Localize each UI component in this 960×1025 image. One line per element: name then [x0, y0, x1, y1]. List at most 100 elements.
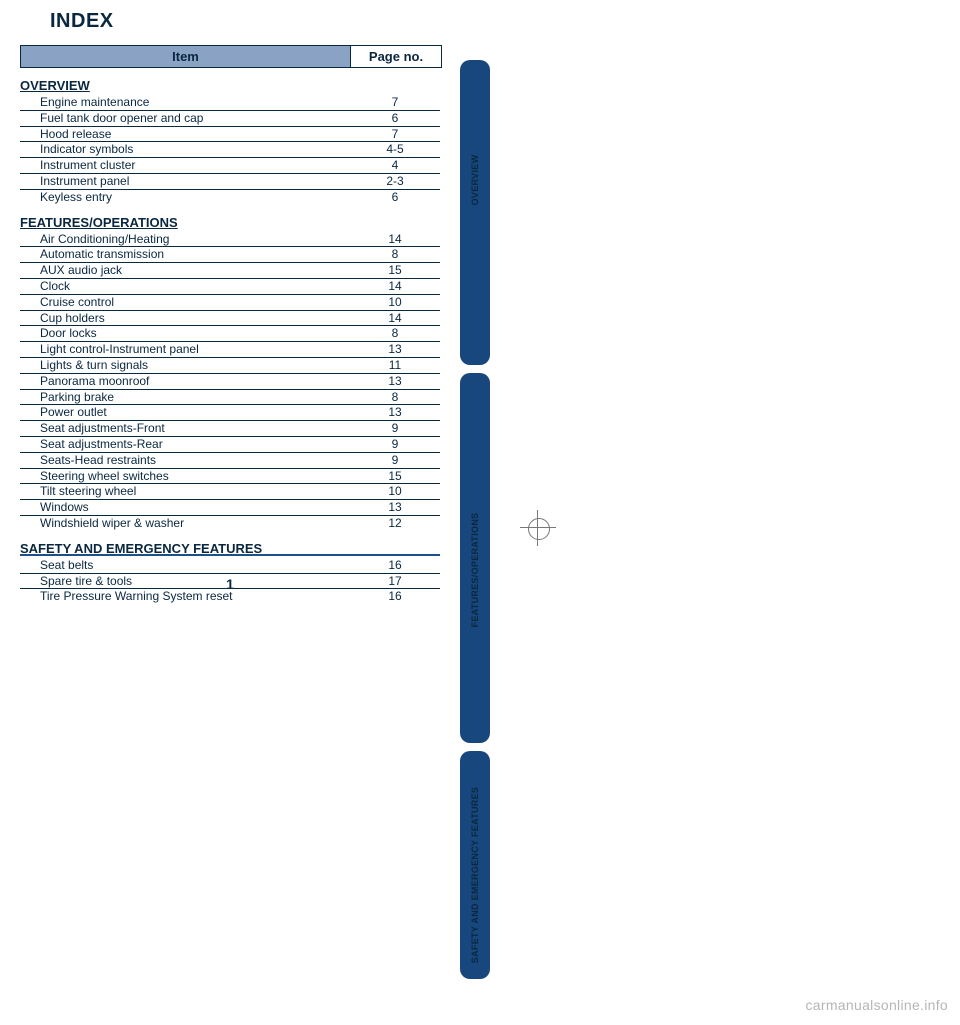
index-row: Windows13 [20, 500, 440, 516]
index-item: AUX audio jack [20, 264, 350, 278]
index-row: Instrument panel2-3 [20, 174, 440, 190]
index-page: INDEX Item Page no. OVERVIEW Engine maint… [20, 5, 440, 604]
index-row: Fuel tank door opener and cap6 [20, 111, 440, 127]
index-row: Seat adjustments-Front9 [20, 421, 440, 437]
index-row: Panorama moonroof13 [20, 374, 440, 390]
index-page-number: 9 [350, 438, 440, 452]
index-row: Lights & turn signals11 [20, 358, 440, 374]
index-row: Tilt steering wheel10 [20, 484, 440, 500]
index-row: Instrument cluster4 [20, 158, 440, 174]
index-item: Windshield wiper & washer [20, 517, 350, 531]
index-page-number: 13 [350, 501, 440, 515]
index-page-number: 4 [350, 159, 440, 173]
side-tab-label-safety: SAFETY AND EMERGENCY FEATURES [470, 787, 480, 963]
index-item: Tire Pressure Warning System reset [20, 590, 350, 604]
header-page-label: Page no. [350, 46, 441, 67]
page-title: INDEX [50, 10, 440, 33]
index-item: Light control-Instrument panel [20, 343, 350, 357]
sections-container: OVERVIEWEngine maintenance7Fuel tank doo… [20, 78, 440, 604]
side-tab-strip: OVERVIEW FEATURES/OPERATIONS SAFETY AND … [460, 0, 490, 1025]
index-row: Seat belts16 [20, 558, 440, 574]
index-row: Hood release7 [20, 127, 440, 143]
index-page-number: 4-5 [350, 143, 440, 157]
index-item: Indicator symbols [20, 143, 350, 157]
index-page-number: 12 [350, 517, 440, 531]
index-page-number: 13 [350, 406, 440, 420]
index-row: Engine maintenance7 [20, 95, 440, 111]
index-row: Keyless entry6 [20, 190, 440, 205]
index-item: Instrument cluster [20, 159, 350, 173]
index-row: Light control-Instrument panel13 [20, 342, 440, 358]
index-row: Seat adjustments-Rear9 [20, 437, 440, 453]
index-row: Door locks8 [20, 326, 440, 342]
index-page-number: 13 [350, 375, 440, 389]
index-row: Indicator symbols4-5 [20, 142, 440, 158]
index-page-number: 9 [350, 454, 440, 468]
index-item: Cup holders [20, 312, 350, 326]
side-tab-overview [460, 60, 490, 365]
index-row: AUX audio jack15 [20, 263, 440, 279]
index-item: Seat belts [20, 559, 350, 573]
index-page-number: 16 [350, 590, 440, 604]
index-page-number: 14 [350, 312, 440, 326]
index-page-number: 6 [350, 112, 440, 126]
index-page-number: 8 [350, 248, 440, 262]
index-item: Fuel tank door opener and cap [20, 112, 350, 126]
index-page-number: 14 [350, 280, 440, 294]
index-item: Steering wheel switches [20, 470, 350, 484]
index-item: Automatic transmission [20, 248, 350, 262]
index-page-number: 14 [350, 233, 440, 247]
index-item: Hood release [20, 128, 350, 142]
index-item: Seats-Head restraints [20, 454, 350, 468]
side-tab-label-overview: OVERVIEW [470, 155, 480, 206]
index-page-number: 7 [350, 96, 440, 110]
index-item: Panorama moonroof [20, 375, 350, 389]
index-header: Item Page no. [20, 45, 442, 68]
index-item: Instrument panel [20, 175, 350, 189]
side-tab-label-features: FEATURES/OPERATIONS [470, 513, 480, 628]
index-page-number: 10 [350, 296, 440, 310]
index-page-number: 11 [350, 359, 440, 373]
index-page-number: 15 [350, 470, 440, 484]
index-page-number: 13 [350, 343, 440, 357]
index-row: Cruise control10 [20, 295, 440, 311]
index-page-number: 8 [350, 391, 440, 405]
index-row: Seats-Head restraints9 [20, 453, 440, 469]
registration-mark-icon [520, 510, 556, 546]
index-page-number: 15 [350, 264, 440, 278]
index-page-number: 6 [350, 191, 440, 205]
index-item: Parking brake [20, 391, 350, 405]
index-item: Door locks [20, 327, 350, 341]
index-page-number: 10 [350, 485, 440, 499]
index-row: Clock14 [20, 279, 440, 295]
index-row: Cup holders14 [20, 311, 440, 327]
section-heading: OVERVIEW [20, 78, 440, 93]
index-page-number: 8 [350, 327, 440, 341]
header-item-label: Item [21, 46, 350, 67]
index-row: Parking brake8 [20, 390, 440, 406]
index-page-number: 7 [350, 128, 440, 142]
index-row: Automatic transmission8 [20, 247, 440, 263]
section-heading: FEATURES/OPERATIONS [20, 215, 440, 230]
index-item: Power outlet [20, 406, 350, 420]
index-item: Clock [20, 280, 350, 294]
index-page-number: 9 [350, 422, 440, 436]
index-row: Steering wheel switches15 [20, 469, 440, 485]
index-item: Air Conditioning/Heating [20, 233, 350, 247]
index-item: Seat adjustments-Front [20, 422, 350, 436]
index-row: Windshield wiper & washer12 [20, 516, 440, 531]
index-item: Lights & turn signals [20, 359, 350, 373]
index-row: Power outlet13 [20, 405, 440, 421]
watermark: carmanualsonline.info [806, 997, 949, 1013]
page-number: 1 [20, 576, 440, 592]
index-row: Air Conditioning/Heating14 [20, 232, 440, 248]
index-page-number: 2-3 [350, 175, 440, 189]
index-item: Seat adjustments-Rear [20, 438, 350, 452]
index-page-number: 16 [350, 559, 440, 573]
index-item: Keyless entry [20, 191, 350, 205]
bottom-rule [20, 554, 440, 556]
index-item: Tilt steering wheel [20, 485, 350, 499]
index-item: Engine maintenance [20, 96, 350, 110]
index-item: Windows [20, 501, 350, 515]
index-item: Cruise control [20, 296, 350, 310]
